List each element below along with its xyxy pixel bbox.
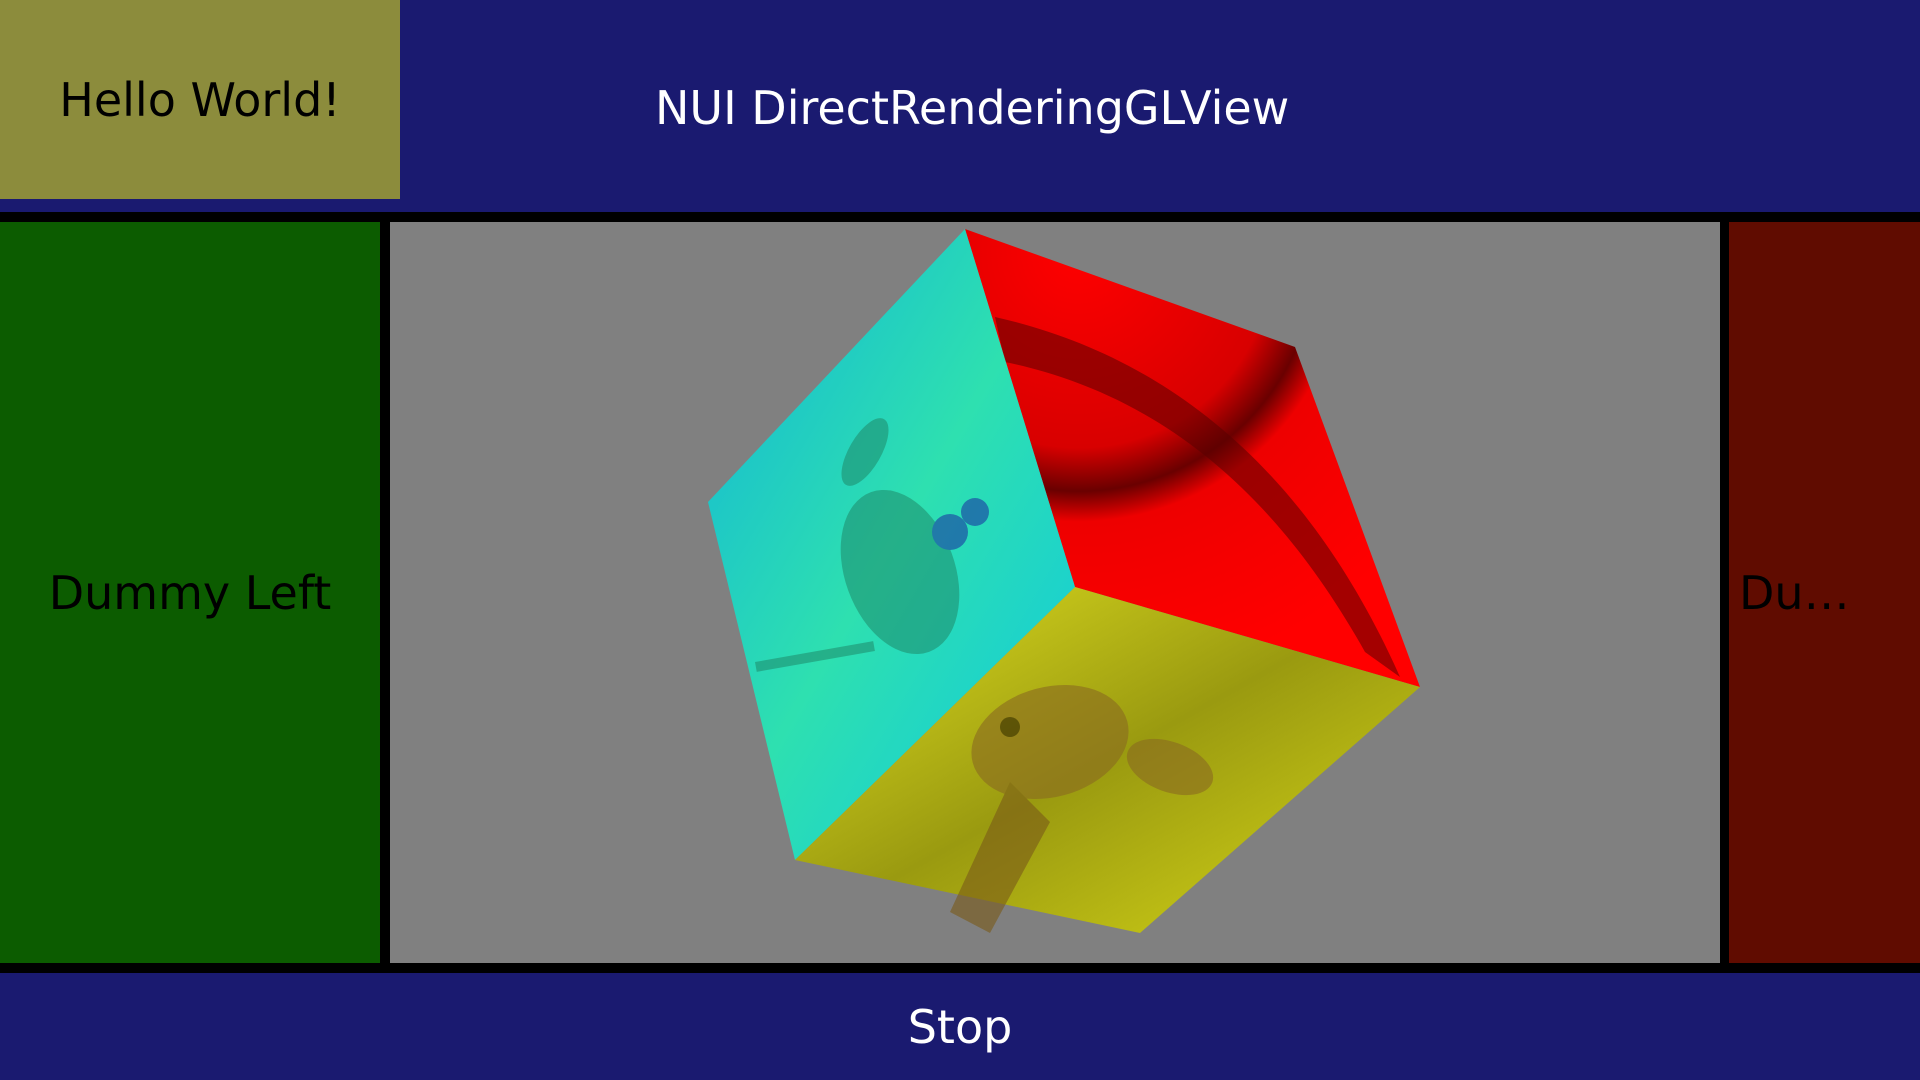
header-bar: Hello World! NUI DirectRenderingGLView <box>0 0 1920 212</box>
dummy-left-panel: Dummy Left <box>0 222 380 963</box>
hello-world-text: Hello World! <box>59 72 341 127</box>
rotating-cube <box>708 229 1420 933</box>
dummy-right-label: Dummy Right <box>1739 565 1889 620</box>
app-window: Hello World! NUI DirectRenderingGLView D… <box>0 0 1920 1080</box>
gl-view-canvas[interactable] <box>390 222 1720 963</box>
stop-button-label: Stop <box>907 999 1013 1054</box>
dummy-right-panel: Dummy Right <box>1729 222 1920 963</box>
dummy-left-label: Dummy Left <box>48 565 332 620</box>
page-title: NUI DirectRenderingGLView <box>655 81 1290 135</box>
hello-world-label: Hello World! <box>0 0 400 199</box>
stop-button[interactable]: Stop <box>0 973 1920 1080</box>
